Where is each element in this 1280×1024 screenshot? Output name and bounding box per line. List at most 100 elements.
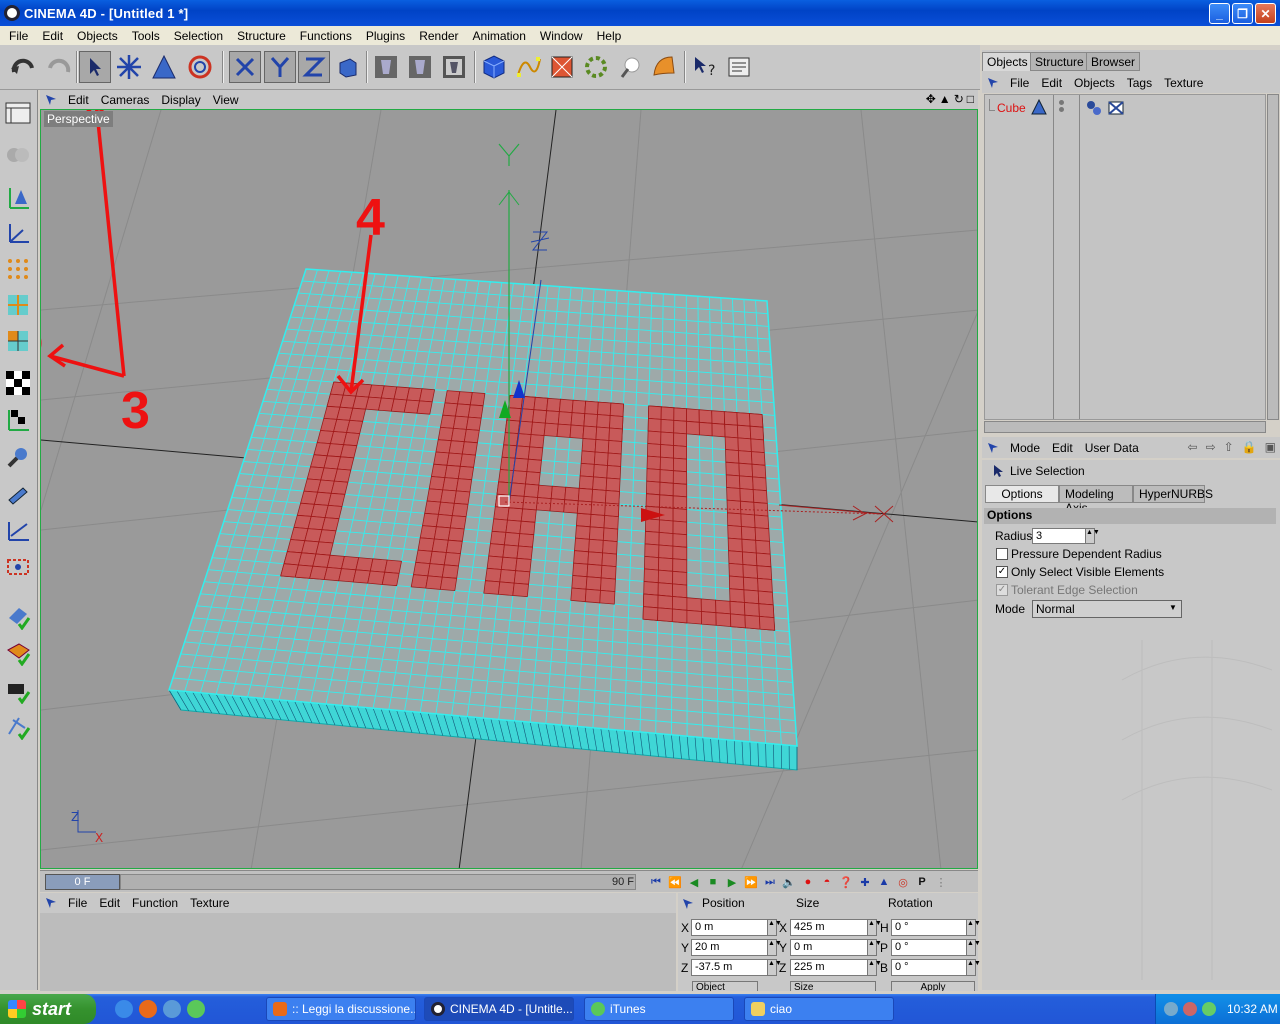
animation-tool-icon[interactable]	[3, 442, 33, 472]
deformer-icon[interactable]	[648, 51, 680, 83]
menu-tools[interactable]: Tools	[125, 29, 167, 43]
size-y-spinner[interactable]: ▲▼	[867, 939, 882, 956]
render-effects-icon[interactable]	[3, 712, 33, 742]
points-tool-icon[interactable]	[3, 254, 33, 284]
3d-viewport[interactable]: Z X 3 4	[40, 109, 978, 869]
menu-objects[interactable]: Objects	[70, 29, 125, 43]
live-selection-icon[interactable]	[79, 51, 111, 83]
menu-render[interactable]: Render	[412, 29, 465, 43]
nurbs-icon[interactable]	[546, 51, 578, 83]
back-arrow-icon[interactable]: ⇦	[1188, 440, 1198, 454]
use-object-tool-icon[interactable]	[3, 140, 33, 170]
lock-icon[interactable]: 🔒	[1242, 440, 1257, 454]
menu-file[interactable]: File	[2, 29, 35, 43]
tab-objects[interactable]: Objects	[982, 52, 1033, 71]
viewport-rotate-icon[interactable]: ↻	[954, 92, 964, 106]
keyframe-selection-icon[interactable]: ❓	[838, 874, 854, 890]
z-axis-lock-icon[interactable]	[298, 51, 330, 83]
new-manager-icon[interactable]: ▣	[1265, 440, 1276, 454]
texture-tag-icon[interactable]	[1107, 98, 1127, 118]
cube-primitive-icon[interactable]	[478, 51, 510, 83]
object-list-horizontal-scrollbar[interactable]	[984, 421, 1266, 433]
material-menu-texture[interactable]: Texture	[184, 896, 235, 910]
position-y-field[interactable]: 20 m	[691, 939, 768, 956]
editor-visibility-dot[interactable]	[1059, 100, 1064, 105]
object-menu-tags[interactable]: Tags	[1121, 76, 1158, 90]
object-cube-name[interactable]: Cube	[997, 101, 1026, 115]
tab-browser[interactable]: Browser	[1086, 52, 1141, 71]
context-help-icon[interactable]: ?	[690, 51, 722, 83]
render-camera-icon[interactable]	[3, 676, 33, 706]
go-to-end-icon[interactable]: ⏭	[762, 874, 778, 890]
rotate-icon[interactable]	[184, 51, 216, 83]
rotation-p-spinner[interactable]: ▲▼	[966, 939, 981, 956]
viewport-menu-cameras[interactable]: Cameras	[95, 93, 156, 107]
world-coordinate-icon[interactable]	[332, 51, 364, 83]
tab-structure[interactable]: Structure	[1030, 52, 1089, 71]
render-view-icon[interactable]	[370, 51, 402, 83]
attribute-menu-user-data[interactable]: User Data	[1079, 441, 1145, 455]
position-x-field[interactable]: 0 m	[691, 919, 768, 936]
render-active-object-icon[interactable]	[3, 602, 33, 632]
object-list-vertical-scrollbar[interactable]	[1267, 94, 1279, 420]
position-z-spinner[interactable]: ▲▼	[767, 959, 782, 976]
browser-icon[interactable]	[163, 1000, 181, 1018]
object-pin-icon[interactable]	[986, 76, 1000, 90]
size-z-spinner[interactable]: ▲▼	[867, 959, 882, 976]
point-level-animation-icon[interactable]: ⋮	[933, 874, 949, 890]
apply-button[interactable]: Apply	[891, 981, 975, 991]
object-menu-texture[interactable]: Texture	[1158, 76, 1209, 90]
attribute-menu-edit[interactable]: Edit	[1046, 441, 1079, 455]
maximize-button[interactable]: ❐	[1232, 3, 1253, 24]
texture-tool-icon[interactable]	[3, 368, 33, 398]
viewport-maximize-icon[interactable]: □	[967, 92, 974, 106]
size-y-field[interactable]: 0 m	[790, 939, 868, 956]
texture-axis-tool-icon[interactable]	[3, 404, 33, 434]
attribute-menu-mode[interactable]: Mode	[1004, 441, 1046, 455]
play-forwards-icon[interactable]: ▶	[724, 874, 740, 890]
close-button[interactable]: ✕	[1255, 3, 1276, 24]
viewport-zoom-icon[interactable]: ▲	[939, 92, 951, 106]
material-list-area[interactable]	[40, 913, 676, 991]
menu-plugins[interactable]: Plugins	[359, 29, 412, 43]
render-region-icon[interactable]	[404, 51, 436, 83]
task-folder-ciao[interactable]: ciao	[744, 997, 894, 1021]
object-menu-objects[interactable]: Objects	[1068, 76, 1121, 90]
material-menu-function[interactable]: Function	[126, 896, 184, 910]
start-button[interactable]: start	[0, 994, 96, 1024]
position-y-spinner[interactable]: ▲▼	[767, 939, 782, 956]
spline-icon[interactable]	[512, 51, 544, 83]
undo-icon[interactable]	[8, 51, 40, 83]
menu-edit[interactable]: Edit	[35, 29, 70, 43]
position-z-field[interactable]: -37.5 m	[691, 959, 768, 976]
menu-help[interactable]: Help	[590, 29, 629, 43]
phong-tag-icon[interactable]	[1085, 99, 1103, 117]
object-axis-tool-icon[interactable]	[3, 218, 33, 248]
radius-spinner[interactable]: ▲▼	[1085, 528, 1100, 544]
stop-icon[interactable]: ■	[705, 874, 721, 890]
forward-arrow-icon[interactable]: ⇨	[1206, 440, 1216, 454]
scale-icon[interactable]	[148, 51, 180, 83]
menu-selection[interactable]: Selection	[167, 29, 230, 43]
menu-animation[interactable]: Animation	[466, 29, 533, 43]
minimize-button[interactable]: _	[1209, 3, 1230, 24]
inverse-kinematics-icon[interactable]	[3, 480, 33, 510]
viewport-menu-edit[interactable]: Edit	[62, 93, 95, 107]
update-icon[interactable]	[1202, 1002, 1216, 1016]
timeline-track[interactable]	[120, 874, 636, 890]
go-to-start-icon[interactable]: ⏮	[648, 874, 664, 890]
internet-explorer-icon[interactable]	[115, 1000, 133, 1018]
menu-structure[interactable]: Structure	[230, 29, 293, 43]
viewport-menu-display[interactable]: Display	[155, 93, 206, 107]
material-pin-icon[interactable]	[44, 896, 58, 910]
mode-select[interactable]: Normal ▼	[1032, 600, 1182, 618]
sound-icon[interactable]: 🔈	[781, 874, 797, 890]
light-icon[interactable]	[614, 51, 646, 83]
up-arrow-icon[interactable]: ⇧	[1224, 440, 1234, 454]
tab-hypernurbs[interactable]: HyperNURBS	[1133, 485, 1213, 503]
next-key-icon[interactable]: ⏩	[743, 874, 759, 890]
menu-functions[interactable]: Functions	[293, 29, 359, 43]
rotation-h-field[interactable]: 0 °	[891, 919, 967, 936]
task-firefox-forum[interactable]: :: Leggi la discussione...	[266, 997, 416, 1021]
size-x-field[interactable]: 425 m	[790, 919, 868, 936]
